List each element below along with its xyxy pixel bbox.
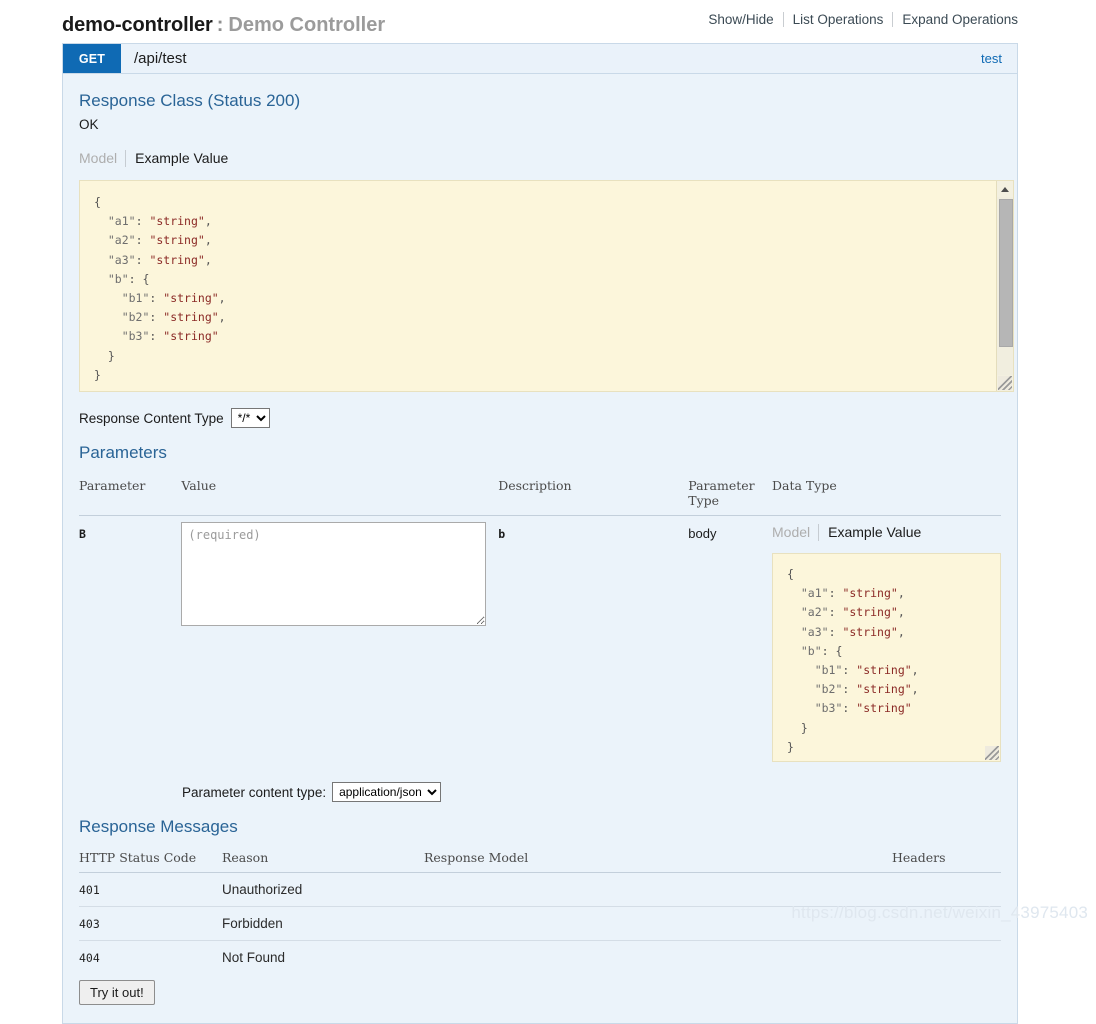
operation-summary[interactable]: test (981, 44, 1017, 73)
response-class-heading: Response Class (Status 200) (79, 91, 301, 110)
param-tab-model[interactable]: Model (772, 524, 818, 540)
watermark-text: https://blog.csdn.net/weixin_43975403 (791, 903, 1088, 922)
parameter-content-type-select[interactable]: application/json (332, 782, 442, 802)
col-description: Description (498, 474, 689, 516)
scroll-up-arrow-icon[interactable] (997, 181, 1013, 197)
response-class-section: Response Class (Status 200) OK Model Exa… (63, 74, 1017, 168)
tab-model[interactable]: Model (79, 150, 125, 166)
cell-status-code: 401 (79, 872, 222, 907)
try-it-out-row: Try it out! (79, 980, 1001, 1023)
body-parameter-input[interactable] (181, 522, 487, 626)
cell-data-type: Model Example Value { "a1": "string", "a… (772, 516, 1001, 772)
col-http-status-code: HTTP Status Code (79, 846, 222, 873)
parameter-type: body (688, 526, 717, 541)
parameters-header-row: Parameter Value Description Parameter Ty… (79, 474, 1001, 516)
response-model-example-toggle: Model Example Value (79, 148, 1017, 168)
parameter-example-value-box[interactable]: { "a1": "string", "a2": "string", "a3": … (772, 553, 1001, 762)
response-content-type-row: Response Content Type */* (79, 408, 1017, 428)
response-class-status-text: OK (79, 117, 99, 132)
cell-response-model (424, 941, 892, 975)
operation-block: GET /api/test test Response Class (Statu… (62, 43, 1018, 1024)
parameters-table-head: Parameter Value Description Parameter Ty… (79, 474, 1001, 516)
cell-status-code: 403 (79, 906, 222, 941)
parameters-table: Parameter Value Description Parameter Ty… (79, 474, 1001, 771)
list-operations-link[interactable]: List Operations (784, 12, 893, 27)
scrollbar-thumb[interactable] (999, 199, 1013, 347)
col-headers: Headers (892, 846, 1001, 873)
cell-headers (892, 941, 1001, 975)
resource-title-separator: : (216, 14, 224, 36)
param-tab-example-value[interactable]: Example Value (819, 524, 921, 540)
parameter-example-json: { "a1": "string", "a2": "string", "a3": … (787, 567, 919, 754)
table-row: 401 Unauthorized (79, 872, 1001, 907)
col-parameter-type: Parameter Type (688, 474, 772, 516)
resource-name[interactable]: demo-controller (62, 14, 213, 36)
swagger-ui-page: demo-controller: Demo Controller Show/Hid… (0, 0, 1096, 1024)
parameter-description: b (498, 527, 506, 541)
col-data-type: Data Type (772, 474, 1001, 516)
parameter-content-type-label: Parameter content type: (182, 784, 327, 800)
response-messages-head: HTTP Status Code Reason Response Model H… (79, 846, 1001, 873)
resize-handle-icon[interactable] (998, 376, 1012, 390)
parameters-heading: Parameters (79, 443, 167, 462)
cell-reason: Forbidden (222, 906, 424, 941)
cell-headers (892, 872, 1001, 907)
try-it-out-button[interactable]: Try it out! (79, 980, 155, 1005)
parameter-name: B (79, 527, 86, 541)
col-reason: Reason (222, 846, 424, 873)
status-code: 404 (79, 951, 100, 965)
status-code: 401 (79, 883, 100, 897)
response-content-type-label: Response Content Type (79, 410, 224, 426)
table-row: B b body (79, 516, 1001, 772)
status-code: 403 (79, 917, 100, 931)
parameters-section: Parameters Parameter Value Description P… (79, 442, 1001, 802)
cell-response-model (424, 872, 892, 907)
reason-text: Not Found (222, 950, 286, 965)
operation-path[interactable]: /api/test (121, 44, 981, 73)
parameters-table-body: B b body (79, 516, 1001, 772)
operation-heading[interactable]: GET /api/test test (63, 44, 1017, 74)
response-example-json: { "a1": "string", "a2": "string", "a3": … (94, 195, 226, 382)
response-messages-header-row: HTTP Status Code Reason Response Model H… (79, 846, 1001, 873)
datatype-model-example-toggle: Model Example Value (772, 522, 1001, 542)
example-scrollbar[interactable] (996, 181, 1013, 391)
show-hide-link[interactable]: Show/Hide (699, 12, 782, 27)
operation-content: Response Class (Status 200) OK Model Exa… (63, 74, 1017, 1023)
expand-operations-link[interactable]: Expand Operations (893, 12, 1018, 27)
cell-parameter-name: B (79, 516, 181, 772)
resource-title[interactable]: demo-controller: Demo Controller (62, 12, 385, 38)
resource-options: Show/Hide List Operations Expand Operati… (699, 12, 1018, 27)
response-content-type-select[interactable]: */* (230, 408, 270, 428)
col-response-model: Response Model (424, 846, 892, 873)
response-messages-body: 401 Unauthorized 403 Forbidden 404 Not F… (79, 872, 1001, 975)
parameter-resize-handle-icon[interactable] (985, 746, 999, 760)
reason-text: Unauthorized (222, 882, 303, 897)
table-row: 404 Not Found (79, 941, 1001, 975)
response-example-value-box[interactable]: { "a1": "string", "a2": "string", "a3": … (79, 180, 1014, 392)
col-value: Value (181, 474, 499, 516)
cell-reason: Not Found (222, 941, 424, 975)
tab-example-value[interactable]: Example Value (126, 150, 228, 166)
cell-parameter-type: body (688, 516, 772, 772)
reason-text: Forbidden (222, 916, 283, 931)
cell-parameter-value (181, 516, 498, 772)
resource-description: Demo Controller (228, 14, 386, 36)
resource-header: demo-controller: Demo Controller Show/Hid… (62, 8, 1018, 42)
cell-status-code: 404 (79, 941, 222, 975)
parameter-content-type-row: Parameter content type: application/json (79, 782, 1001, 802)
cell-parameter-description: b (498, 516, 688, 772)
response-messages-heading: Response Messages (79, 817, 238, 836)
http-method-badge[interactable]: GET (63, 44, 121, 73)
col-parameter: Parameter (79, 474, 182, 516)
cell-reason: Unauthorized (222, 872, 424, 907)
